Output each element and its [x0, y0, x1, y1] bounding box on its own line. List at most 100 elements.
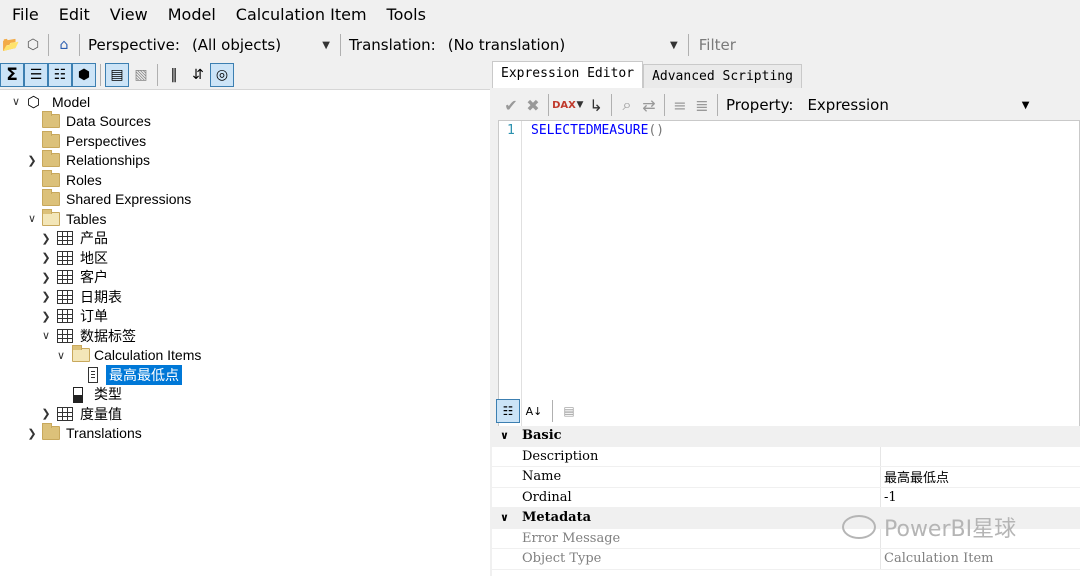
column-divider [880, 487, 881, 507]
menu-tools[interactable]: Tools [379, 0, 434, 30]
folder-open-icon [42, 208, 60, 226]
replace-icon[interactable]: ⇄ [638, 94, 660, 116]
cube-icon: ⬡ [27, 94, 41, 111]
tree-item-calculation-group[interactable]: ∨ 数据标签 [0, 326, 490, 346]
tree-item-relationships[interactable]: ❯ Relationships [0, 150, 490, 171]
property-value[interactable]: -1 [884, 490, 897, 505]
folder-view-icon[interactable]: ▤ [105, 62, 129, 87]
alphabetical-sort-icon[interactable]: A↓ [522, 399, 546, 423]
tab-advanced-scripting[interactable]: Advanced Scripting [643, 64, 802, 88]
tree-item-data-sources[interactable]: Data Sources [0, 111, 490, 132]
chevron-down-icon[interactable]: ▼ [575, 94, 585, 116]
chevron-right-icon[interactable]: ❯ [40, 310, 52, 323]
column-icon[interactable]: ☰ [24, 62, 48, 87]
chevron-down-icon[interactable]: ∨ [500, 511, 509, 524]
tree-item-shared-expressions[interactable]: Shared Expressions [0, 189, 490, 210]
watermark: PowerBI星球 [842, 510, 1016, 544]
property-row-name[interactable]: Name 最高最低点 [492, 467, 1080, 488]
folder-icon [42, 189, 60, 207]
tree-item-table[interactable]: ❯ 订单 [0, 307, 490, 327]
chevron-right-icon[interactable]: ❯ [40, 252, 52, 264]
tree-label: Relationships [66, 152, 151, 169]
tree-item-table[interactable]: ❯ 度量值 [0, 404, 490, 424]
chevron-right-icon[interactable]: ❯ [26, 427, 38, 440]
sort-icon[interactable]: ⇵ [186, 63, 210, 87]
menu-edit[interactable]: Edit [51, 0, 98, 30]
menu-view[interactable]: View [102, 0, 156, 30]
cube-icon[interactable]: ⬢ [72, 62, 96, 87]
menu-calculation-item[interactable]: Calculation Item [228, 0, 375, 30]
columns-icon[interactable]: ‖ [162, 63, 186, 87]
model-tree: ∨ ⬡ Model Data Sources Perspectives ❯ Re… [0, 92, 490, 443]
chevron-right-icon[interactable]: ❯ [40, 291, 52, 303]
filter-icon[interactable]: ◎ [210, 62, 234, 87]
tree-item-roles[interactable]: Roles [0, 169, 490, 190]
perspective-dropdown[interactable]: (All objects) ▼ [186, 33, 336, 57]
property-row-ordinal[interactable]: Ordinal -1 [492, 487, 1080, 508]
menu-file[interactable]: File [4, 0, 47, 30]
cancel-icon[interactable]: ✖ [522, 94, 544, 116]
property-row-description[interactable]: Description [492, 446, 1080, 467]
table-icon [57, 270, 73, 285]
chevron-right-icon[interactable]: ❯ [40, 408, 52, 420]
chevron-down-icon[interactable]: ∨ [500, 429, 509, 442]
folder-icon [42, 150, 60, 168]
save-icon[interactable]: ⌂ [53, 34, 75, 56]
translation-dropdown[interactable]: (No translation) ▼ [442, 33, 684, 57]
tree-item-table[interactable]: ❯ 产品 [0, 229, 490, 249]
tree-item-table[interactable]: ❯ 日期表 [0, 287, 490, 307]
tree-item-calculation-items[interactable]: ∨ Calculation Items [0, 345, 490, 366]
code-editor[interactable]: 1 SELECTEDMEASURE() [498, 120, 1080, 440]
open-model-icon[interactable]: 📂 [0, 34, 22, 56]
property-value[interactable]: 最高最低点 [884, 467, 949, 486]
sigma-icon[interactable]: Σ [0, 62, 24, 87]
tree-item-calc-item[interactable]: 最高最低点 [0, 364, 490, 385]
tree-item-model[interactable]: ∨ ⬡ Model [0, 92, 490, 112]
tree-item-translations[interactable]: ❯ Translations [0, 423, 490, 444]
tree-item-table[interactable]: ❯ 客户 [0, 268, 490, 288]
folder-icon [42, 130, 60, 148]
chevron-down-icon[interactable]: ∨ [55, 349, 67, 362]
property-name: Object Type [522, 551, 602, 567]
tree-item-column[interactable]: 类型 [0, 385, 490, 405]
hidden-icon[interactable]: ▧ [129, 63, 153, 87]
chevron-right-icon[interactable]: ❯ [40, 232, 52, 245]
code-line: SELECTEDMEASURE() [531, 123, 664, 138]
chevron-right-icon[interactable]: ❯ [26, 154, 38, 167]
tab-expression-editor[interactable]: Expression Editor [492, 61, 644, 88]
chevron-right-icon[interactable]: ❯ [40, 271, 52, 284]
menu-model[interactable]: Model [160, 0, 224, 30]
calculation-item-icon [88, 367, 98, 383]
tree-label: Translations [66, 425, 142, 442]
chevron-down-icon[interactable]: ∨ [26, 213, 38, 225]
tree-item-table[interactable]: ❯ 地区 [0, 248, 490, 268]
tree-item-perspectives[interactable]: Perspectives [0, 130, 490, 151]
category-basic[interactable]: ∨ Basic [492, 426, 1080, 447]
tree-label: 类型 [94, 386, 122, 403]
search-icon[interactable]: ⌕ [616, 94, 638, 116]
dax-format-icon[interactable]: DAX [552, 94, 576, 116]
explorer-toolbar: Σ ☰ ☷ ⬢ ▤ ▧ ‖ ⇵ ◎ [0, 60, 490, 90]
wechat-logo-icon [842, 515, 876, 539]
tree-item-tables[interactable]: ∨ Tables [0, 208, 490, 229]
go-to-icon[interactable]: ↳ [585, 94, 607, 116]
menu-bar: File Edit View Model Calculation Item To… [0, 0, 1080, 30]
property-dropdown[interactable]: Expression ▼ [803, 93, 1033, 117]
property-name: Ordinal [522, 489, 572, 505]
watermark-text: PowerBI星球 [884, 517, 1017, 542]
hierarchy-icon[interactable]: ☷ [48, 62, 72, 87]
expression-toolbar: ✔ ✖ DAX ▼ ↳ ⌕ ⇄ ≡ ≣ Property: Expression… [492, 90, 1080, 120]
accept-icon[interactable]: ✔ [500, 94, 522, 116]
categorized-icon[interactable]: ☷ [496, 399, 520, 423]
filter-input[interactable]: Filter [693, 33, 1080, 57]
chevron-down-icon[interactable]: ∨ [10, 96, 22, 108]
toolbar-separator [157, 63, 158, 86]
property-pages-icon[interactable]: ▤ [557, 399, 581, 423]
folder-open-icon [72, 345, 90, 363]
table-icon [57, 231, 73, 246]
uncomment-icon[interactable]: ≣ [691, 94, 713, 116]
property-row-object-type[interactable]: Object Type Calculation Item [492, 549, 1080, 570]
chevron-down-icon[interactable]: ∨ [40, 330, 52, 342]
comment-icon[interactable]: ≡ [669, 94, 691, 116]
deploy-cube-icon[interactable]: ⬡ [22, 34, 44, 56]
